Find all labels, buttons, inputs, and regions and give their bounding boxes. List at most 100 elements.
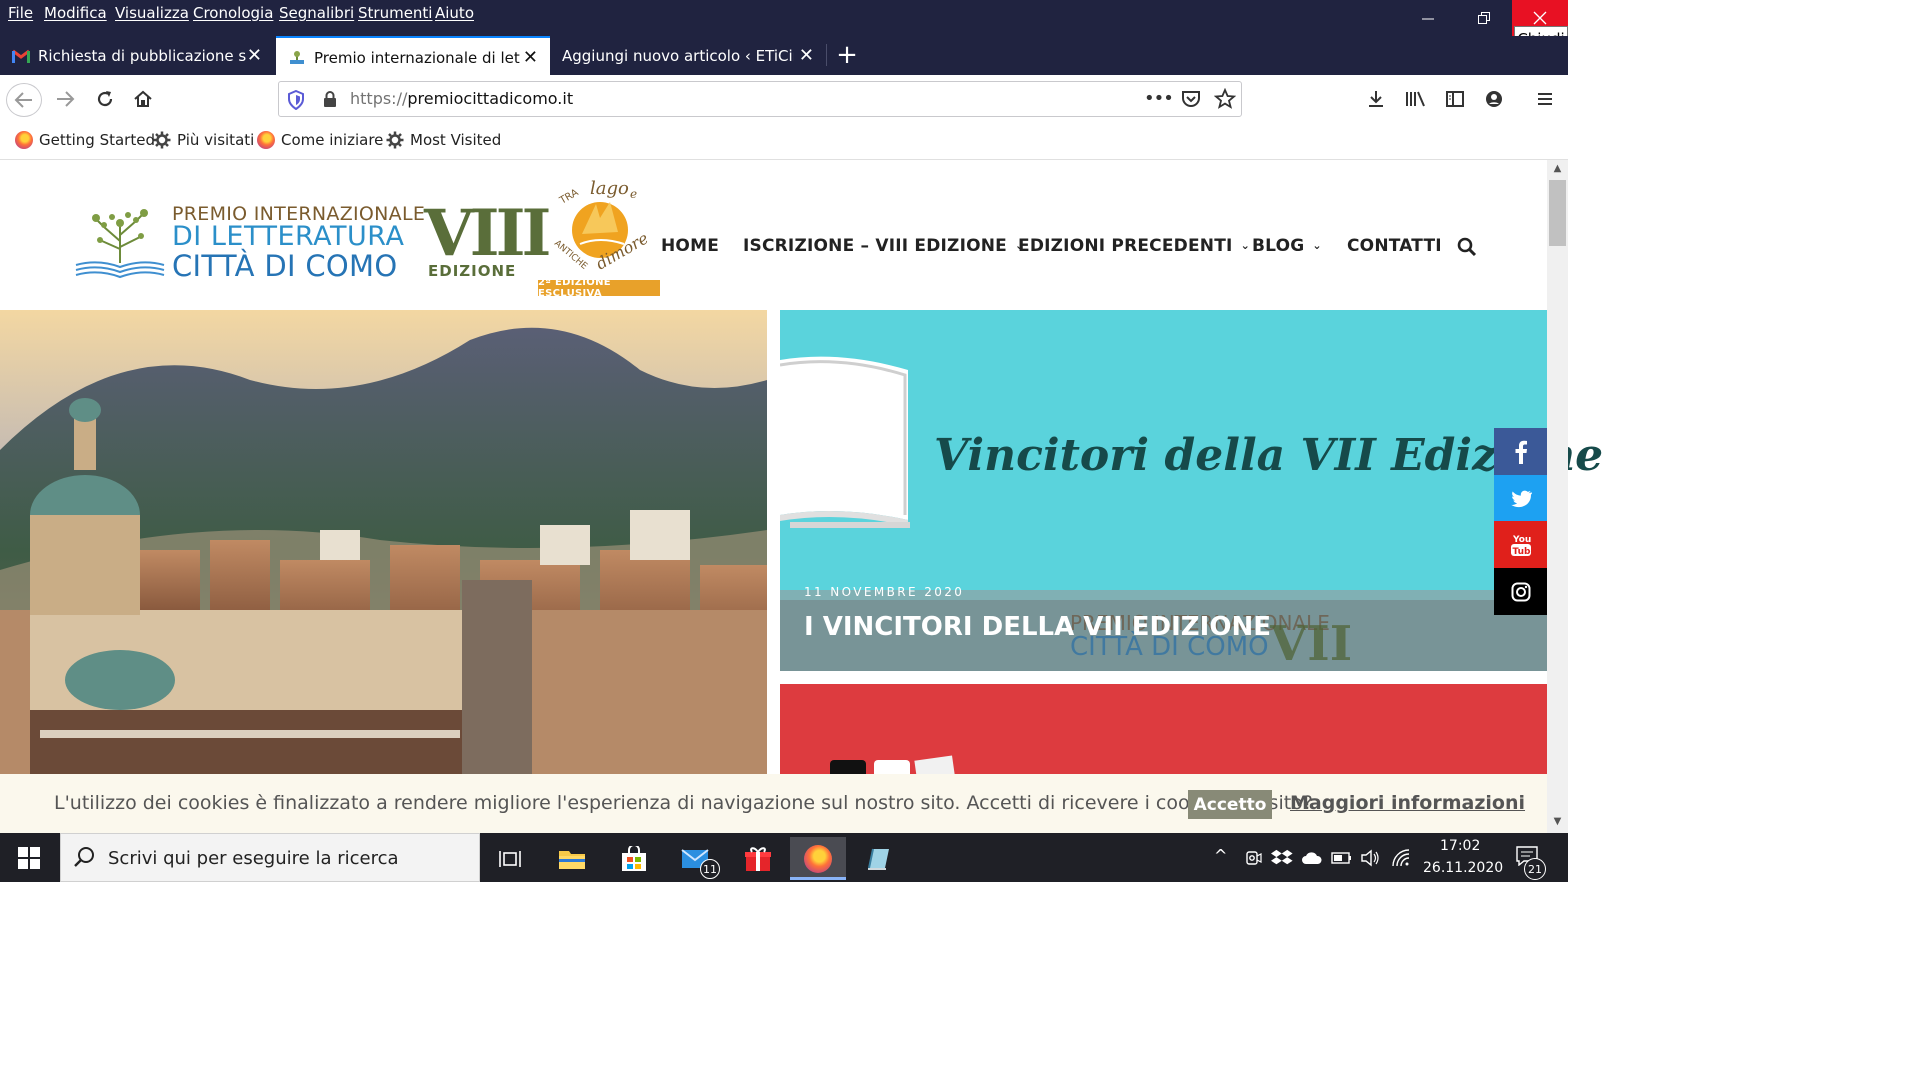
menu-cronologia[interactable]: Cronologia [193, 4, 273, 22]
chevron-down-icon: ⌄ [1240, 239, 1250, 252]
gear-icon [386, 131, 404, 149]
download-icon[interactable] [1366, 89, 1386, 109]
wifi-icon[interactable] [1391, 849, 1411, 867]
tralago-badge: 2ª EDIZIONE ESCLUSIVA [538, 277, 660, 299]
arrow-left-icon [14, 92, 32, 108]
taskbar-notebook-app[interactable] [850, 837, 906, 880]
bookmark-most-visited[interactable]: Most Visited [386, 131, 501, 149]
svg-text:TRA: TRA [557, 187, 580, 207]
tab-close-icon[interactable]: ✕ [799, 45, 814, 66]
nav-blog[interactable]: BLOG ⌄ [1252, 236, 1322, 256]
bookmark-getting-started[interactable]: Getting Started [15, 131, 155, 149]
cookie-more-info-link[interactable]: Maggiori informazioni [1290, 792, 1525, 814]
taskbar-mail[interactable]: 11 [668, 837, 724, 880]
notifications-button[interactable]: 21 [1506, 842, 1546, 880]
nav-edizioni-precedenti[interactable]: EDIZIONI PRECEDENTI ⌄ [1018, 236, 1250, 256]
nav-iscrizione[interactable]: ISCRIZIONE – VIII EDIZIONE ⌄ [743, 236, 1024, 256]
social-facebook-button[interactable] [1494, 428, 1547, 475]
windows-start-icon[interactable] [18, 847, 40, 869]
svg-text:e: e [630, 187, 637, 201]
cookie-accept-button[interactable]: Accetto [1188, 790, 1272, 819]
tray-expand-icon[interactable]: ^ [1214, 846, 1227, 865]
account-icon[interactable] [1484, 89, 1504, 109]
menu-strumenti[interactable]: Strumenti [358, 4, 432, 22]
minimize-icon [1422, 18, 1434, 20]
social-youtube-button[interactable]: You Tube [1494, 521, 1547, 568]
gear-icon [153, 131, 171, 149]
gift-icon [745, 846, 771, 871]
tracking-shield-icon[interactable] [287, 90, 305, 110]
logo-edition-word: EDIZIONE [428, 262, 517, 280]
scroll-down-arrow-icon[interactable]: ▼ [1549, 816, 1566, 830]
page-actions-button[interactable]: ••• [1144, 88, 1174, 110]
search-icon[interactable] [1456, 236, 1478, 258]
taskbar-firefox[interactable] [790, 837, 846, 880]
tab-close-icon[interactable]: ✕ [247, 45, 262, 66]
forward-button[interactable] [52, 86, 78, 112]
restore-button[interactable] [1456, 0, 1512, 36]
firefox-icon [15, 131, 33, 149]
logo-tree-book-icon[interactable] [74, 205, 166, 281]
volume-icon[interactable] [1360, 849, 1380, 867]
bookmark-label: Getting Started [39, 131, 155, 149]
search-icon [74, 847, 94, 867]
card-title[interactable]: I VINCITORI DELLA VII EDIZIONE [804, 612, 1271, 642]
firefox-icon [257, 131, 275, 149]
menu-file[interactable]: File [8, 4, 33, 22]
taskbar-file-explorer[interactable] [544, 837, 600, 880]
sidebar-icon[interactable] [1445, 89, 1465, 109]
menu-bar: File Modifica Visualizza Cronologia Segn… [0, 0, 1568, 36]
tab-gmail[interactable]: Richiesta di pubblicazione sul V ✕ [0, 36, 272, 75]
menu-visualizza[interactable]: Visualizza [115, 4, 189, 22]
svg-text:VII: VII [1269, 616, 1352, 671]
restore-icon [1478, 12, 1490, 24]
tralago-logo[interactable]: TRA lago e ANTICHE dimore [540, 174, 658, 284]
bookmark-piu-visitati[interactable]: Più visitati [153, 131, 254, 149]
minimize-button[interactable] [1400, 0, 1456, 36]
hero-image-como[interactable] [0, 310, 767, 774]
onedrive-cloud-icon[interactable] [1301, 851, 1323, 865]
active-app-indicator [790, 877, 846, 880]
social-instagram-button[interactable] [1494, 568, 1547, 615]
folder-icon [559, 850, 585, 869]
tray-camera-icon[interactable] [1244, 849, 1262, 867]
taskbar-store[interactable] [606, 837, 662, 880]
clock-time[interactable]: 17:02 [1440, 838, 1480, 854]
plus-icon: + [836, 40, 858, 70]
tab-close-icon[interactable]: ✕ [523, 47, 538, 68]
new-tab-button[interactable]: + [834, 40, 860, 70]
home-button[interactable] [130, 86, 156, 112]
clock-date[interactable]: 26.11.2020 [1423, 860, 1503, 876]
task-view-button[interactable] [482, 837, 538, 880]
social-twitter-button[interactable] [1494, 475, 1547, 522]
page-scrollbar[interactable] [1547, 160, 1568, 833]
firefox-icon [804, 844, 832, 873]
library-icon[interactable] [1405, 89, 1427, 109]
hamburger-menu-icon[interactable] [1535, 89, 1555, 109]
nav-contatti[interactable]: CONTATTI [1347, 236, 1442, 256]
dropbox-icon[interactable] [1271, 849, 1293, 867]
news-card-2[interactable] [780, 684, 1547, 784]
instagram-icon [1511, 582, 1530, 601]
logo-line-3: CITTÀ DI COMO [172, 249, 398, 283]
cookie-text: L'utilizzo dei cookies è finalizzato a r… [54, 792, 1313, 814]
menu-aiuto[interactable]: Aiuto [435, 4, 474, 22]
scrollbar-thumb[interactable] [1549, 180, 1566, 246]
pocket-icon[interactable] [1181, 89, 1201, 109]
tab-premio[interactable]: Premio internazionale di lettera ✕ [276, 36, 550, 77]
back-button[interactable] [6, 83, 42, 117]
star-icon[interactable] [1214, 88, 1236, 110]
nav-home[interactable]: HOME [661, 236, 719, 256]
reload-button[interactable] [92, 86, 118, 112]
battery-icon[interactable] [1331, 851, 1353, 865]
bookmark-come-iniziare[interactable]: Come iniziare [257, 131, 383, 149]
lock-icon[interactable] [322, 90, 338, 108]
bookmark-label: Come iniziare [281, 131, 384, 149]
scroll-up-arrow-icon[interactable]: ▲ [1549, 163, 1566, 177]
tab-aggiungi[interactable]: Aggiungi nuovo articolo ‹ ETiCinfor ✕ [552, 36, 824, 75]
menu-segnalibri[interactable]: Segnalibri [279, 4, 354, 22]
menu-modifica[interactable]: Modifica [44, 4, 107, 22]
svg-text:Tube: Tube [1512, 547, 1532, 557]
url-text[interactable]: https://premiocittadicomo.it [350, 89, 573, 108]
taskbar-gift-app[interactable] [730, 837, 786, 880]
